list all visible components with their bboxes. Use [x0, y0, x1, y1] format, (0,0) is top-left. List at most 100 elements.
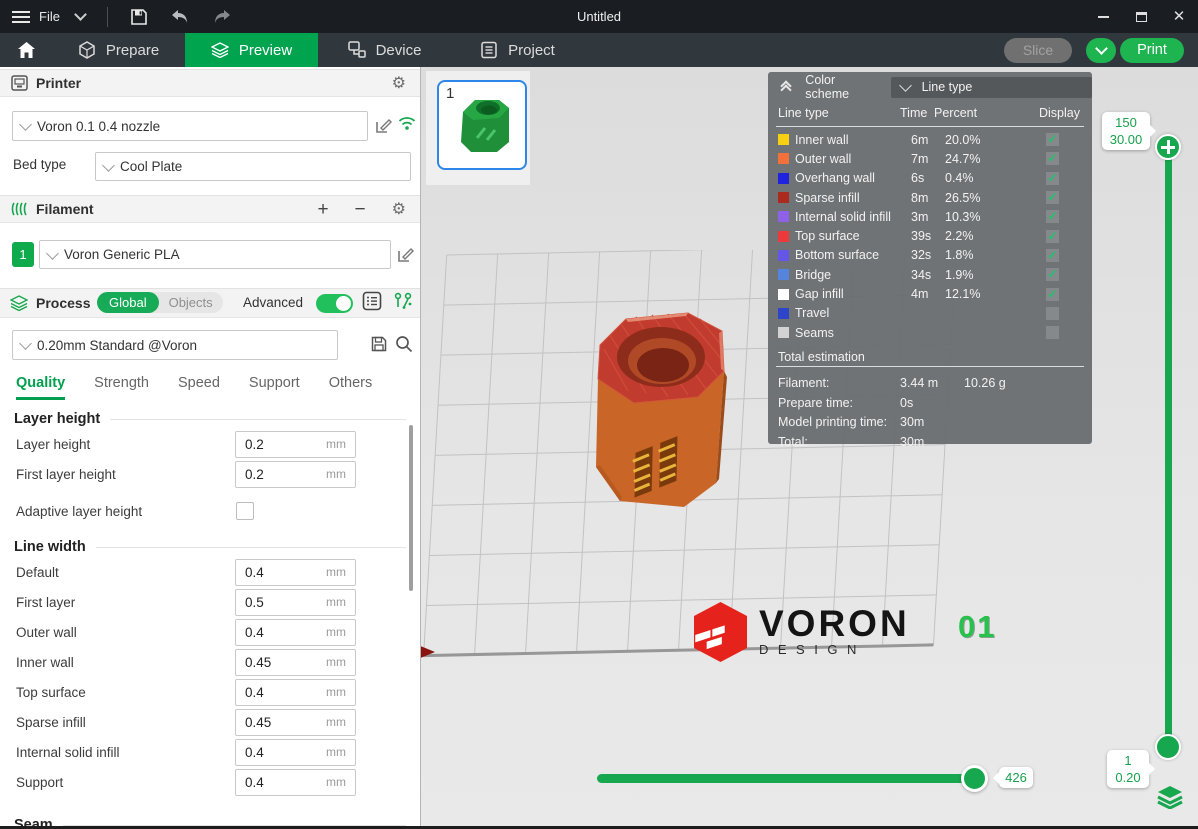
save-preset-button[interactable] — [370, 335, 388, 356]
adaptive-layer-height-checkbox[interactable] — [236, 502, 254, 520]
file-menu[interactable]: File — [39, 9, 60, 24]
value-input[interactable]: 0.2mm — [235, 431, 356, 458]
process-tab-speed[interactable]: Speed — [178, 375, 220, 400]
sliced-model[interactable] — [576, 305, 728, 517]
display-checkbox[interactable]: ✓ — [1046, 133, 1059, 146]
advanced-label: Advanced — [243, 295, 303, 310]
chevron-down-icon — [19, 337, 32, 350]
viewport[interactable]: VORON DESIGN 01 — [421, 67, 1198, 829]
value-input[interactable]: 0.45mm — [235, 709, 356, 736]
legend-row: Outer wall7m24.7%✓ — [768, 149, 1092, 168]
process-tab-support[interactable]: Support — [249, 375, 300, 400]
view-mode-select[interactable]: Line type — [891, 77, 1092, 98]
tab-project[interactable]: Project — [451, 33, 584, 67]
tab-preview[interactable]: Preview — [185, 33, 318, 67]
redo-button[interactable] — [212, 9, 232, 25]
slice-button[interactable]: Slice — [1004, 38, 1072, 63]
layer-slider-track[interactable] — [1165, 147, 1172, 747]
file-dropdown-chevron-icon[interactable] — [74, 8, 87, 21]
value-input[interactable]: 0.4mm — [235, 739, 356, 766]
display-checkbox[interactable]: ✓ — [1046, 210, 1059, 223]
param-row: Outer wall0.4mm — [0, 617, 420, 647]
total-row: Model printing time:30m — [768, 412, 1092, 432]
filament-preset-select[interactable]: Voron Generic PLA — [39, 240, 391, 269]
remove-filament-button[interactable]: − — [355, 200, 366, 219]
panel-scrollbar[interactable] — [409, 425, 413, 591]
tune-icon — [393, 291, 413, 311]
display-checkbox[interactable]: ✓ — [1046, 230, 1059, 243]
value-input[interactable]: 0.4mm — [235, 619, 356, 646]
display-checkbox[interactable] — [1046, 326, 1059, 339]
layer-slider-top-handle[interactable] — [1155, 134, 1181, 160]
display-checkbox[interactable]: ✓ — [1046, 268, 1059, 281]
process-tabs: Quality Strength Speed Support Others — [16, 375, 372, 400]
value-input[interactable]: 0.5mm — [235, 589, 356, 616]
print-button[interactable]: Print — [1120, 38, 1184, 63]
layer-slider-bottom-handle[interactable] — [1155, 734, 1181, 760]
scope-global[interactable]: Global — [97, 292, 159, 313]
value-input[interactable]: 0.45mm — [235, 649, 356, 676]
printer-preset-select[interactable]: Voron 0.1 0.4 nozzle — [12, 111, 368, 141]
tab-prepare[interactable]: Prepare — [52, 33, 185, 67]
collapse-panel-icon[interactable] — [780, 81, 793, 93]
display-checkbox[interactable]: ✓ — [1046, 288, 1059, 301]
printer-section-header: Printer ⚙ — [0, 69, 420, 97]
value-input[interactable]: 0.4mm — [235, 769, 356, 796]
total-estimation-rows: Filament:3.44 m10.26 gPrepare time:0sMod… — [768, 373, 1092, 451]
print-options-button[interactable] — [1086, 38, 1116, 63]
printer-edit-button[interactable] — [375, 117, 392, 137]
total-row: Filament:3.44 m10.26 g — [768, 373, 1092, 393]
step-slider-track[interactable] — [597, 774, 987, 783]
tab-device[interactable]: Device — [318, 33, 451, 67]
process-scope-toggle[interactable]: Global Objects — [97, 292, 223, 313]
menu-icon[interactable] — [12, 11, 30, 23]
display-checkbox[interactable] — [1046, 307, 1059, 320]
save-button[interactable] — [130, 8, 148, 26]
bed-type-select[interactable]: Cool Plate — [95, 152, 411, 181]
preview-icon — [211, 42, 229, 58]
layers-icon — [1157, 785, 1183, 809]
filament-edit-button[interactable] — [397, 246, 414, 266]
value-input[interactable]: 0.4mm — [235, 559, 356, 586]
minimize-icon — [1098, 16, 1109, 18]
process-tab-quality[interactable]: Quality — [16, 375, 65, 400]
prepare-icon — [78, 41, 96, 59]
display-checkbox[interactable]: ✓ — [1046, 152, 1059, 165]
legend-row: Internal solid infill3m10.3%✓ — [768, 207, 1092, 226]
printer-settings-gear-icon[interactable]: ⚙ — [392, 73, 406, 93]
legend-row: Bottom surface32s1.8%✓ — [768, 246, 1092, 265]
filament-slot-badge[interactable]: 1 — [12, 242, 34, 267]
home-button[interactable] — [0, 33, 52, 67]
minimize-button[interactable] — [1084, 0, 1122, 33]
filament-settings-gear-icon[interactable]: ⚙ — [392, 199, 406, 219]
chevron-down-icon — [1095, 42, 1108, 55]
process-preset-select[interactable]: 0.20mm Standard @Voron — [12, 330, 338, 360]
step-slider-handle[interactable] — [961, 765, 988, 792]
search-settings-button[interactable] — [395, 335, 413, 356]
plate-logo-word: VORON — [759, 607, 910, 641]
maximize-button[interactable] — [1122, 0, 1160, 33]
value-input[interactable]: 0.2mm — [235, 461, 356, 488]
display-checkbox[interactable]: ✓ — [1046, 249, 1059, 262]
close-button[interactable]: ✕ — [1160, 0, 1198, 33]
process-tab-others[interactable]: Others — [329, 375, 373, 400]
display-checkbox[interactable]: ✓ — [1046, 172, 1059, 185]
legend-column-headers: Line type Time Percent Display — [768, 102, 1092, 124]
value-input[interactable]: 0.4mm — [235, 679, 356, 706]
legend-row: Inner wall6m20.0%✓ — [768, 130, 1092, 149]
plate-logo: VORON DESIGN — [692, 601, 910, 663]
compare-presets-button[interactable] — [393, 291, 413, 314]
printer-connection-wifi-icon[interactable] — [398, 116, 416, 134]
undo-button[interactable] — [170, 9, 190, 25]
plate-thumbnail[interactable]: 1 — [437, 80, 527, 170]
legend-row: Overhang wall6s0.4%✓ — [768, 169, 1092, 188]
advanced-toggle[interactable] — [316, 294, 353, 313]
add-filament-button[interactable]: + — [317, 200, 328, 219]
filament-section-header: Filament + − ⚙ — [0, 195, 420, 223]
display-checkbox[interactable]: ✓ — [1046, 191, 1059, 204]
scope-objects[interactable]: Objects — [159, 293, 223, 312]
layer-view-button[interactable] — [1157, 785, 1183, 814]
process-tab-strength[interactable]: Strength — [94, 375, 149, 400]
parameter-list-button[interactable] — [362, 291, 382, 314]
param-row: Sparse infill0.45mm — [0, 707, 420, 737]
